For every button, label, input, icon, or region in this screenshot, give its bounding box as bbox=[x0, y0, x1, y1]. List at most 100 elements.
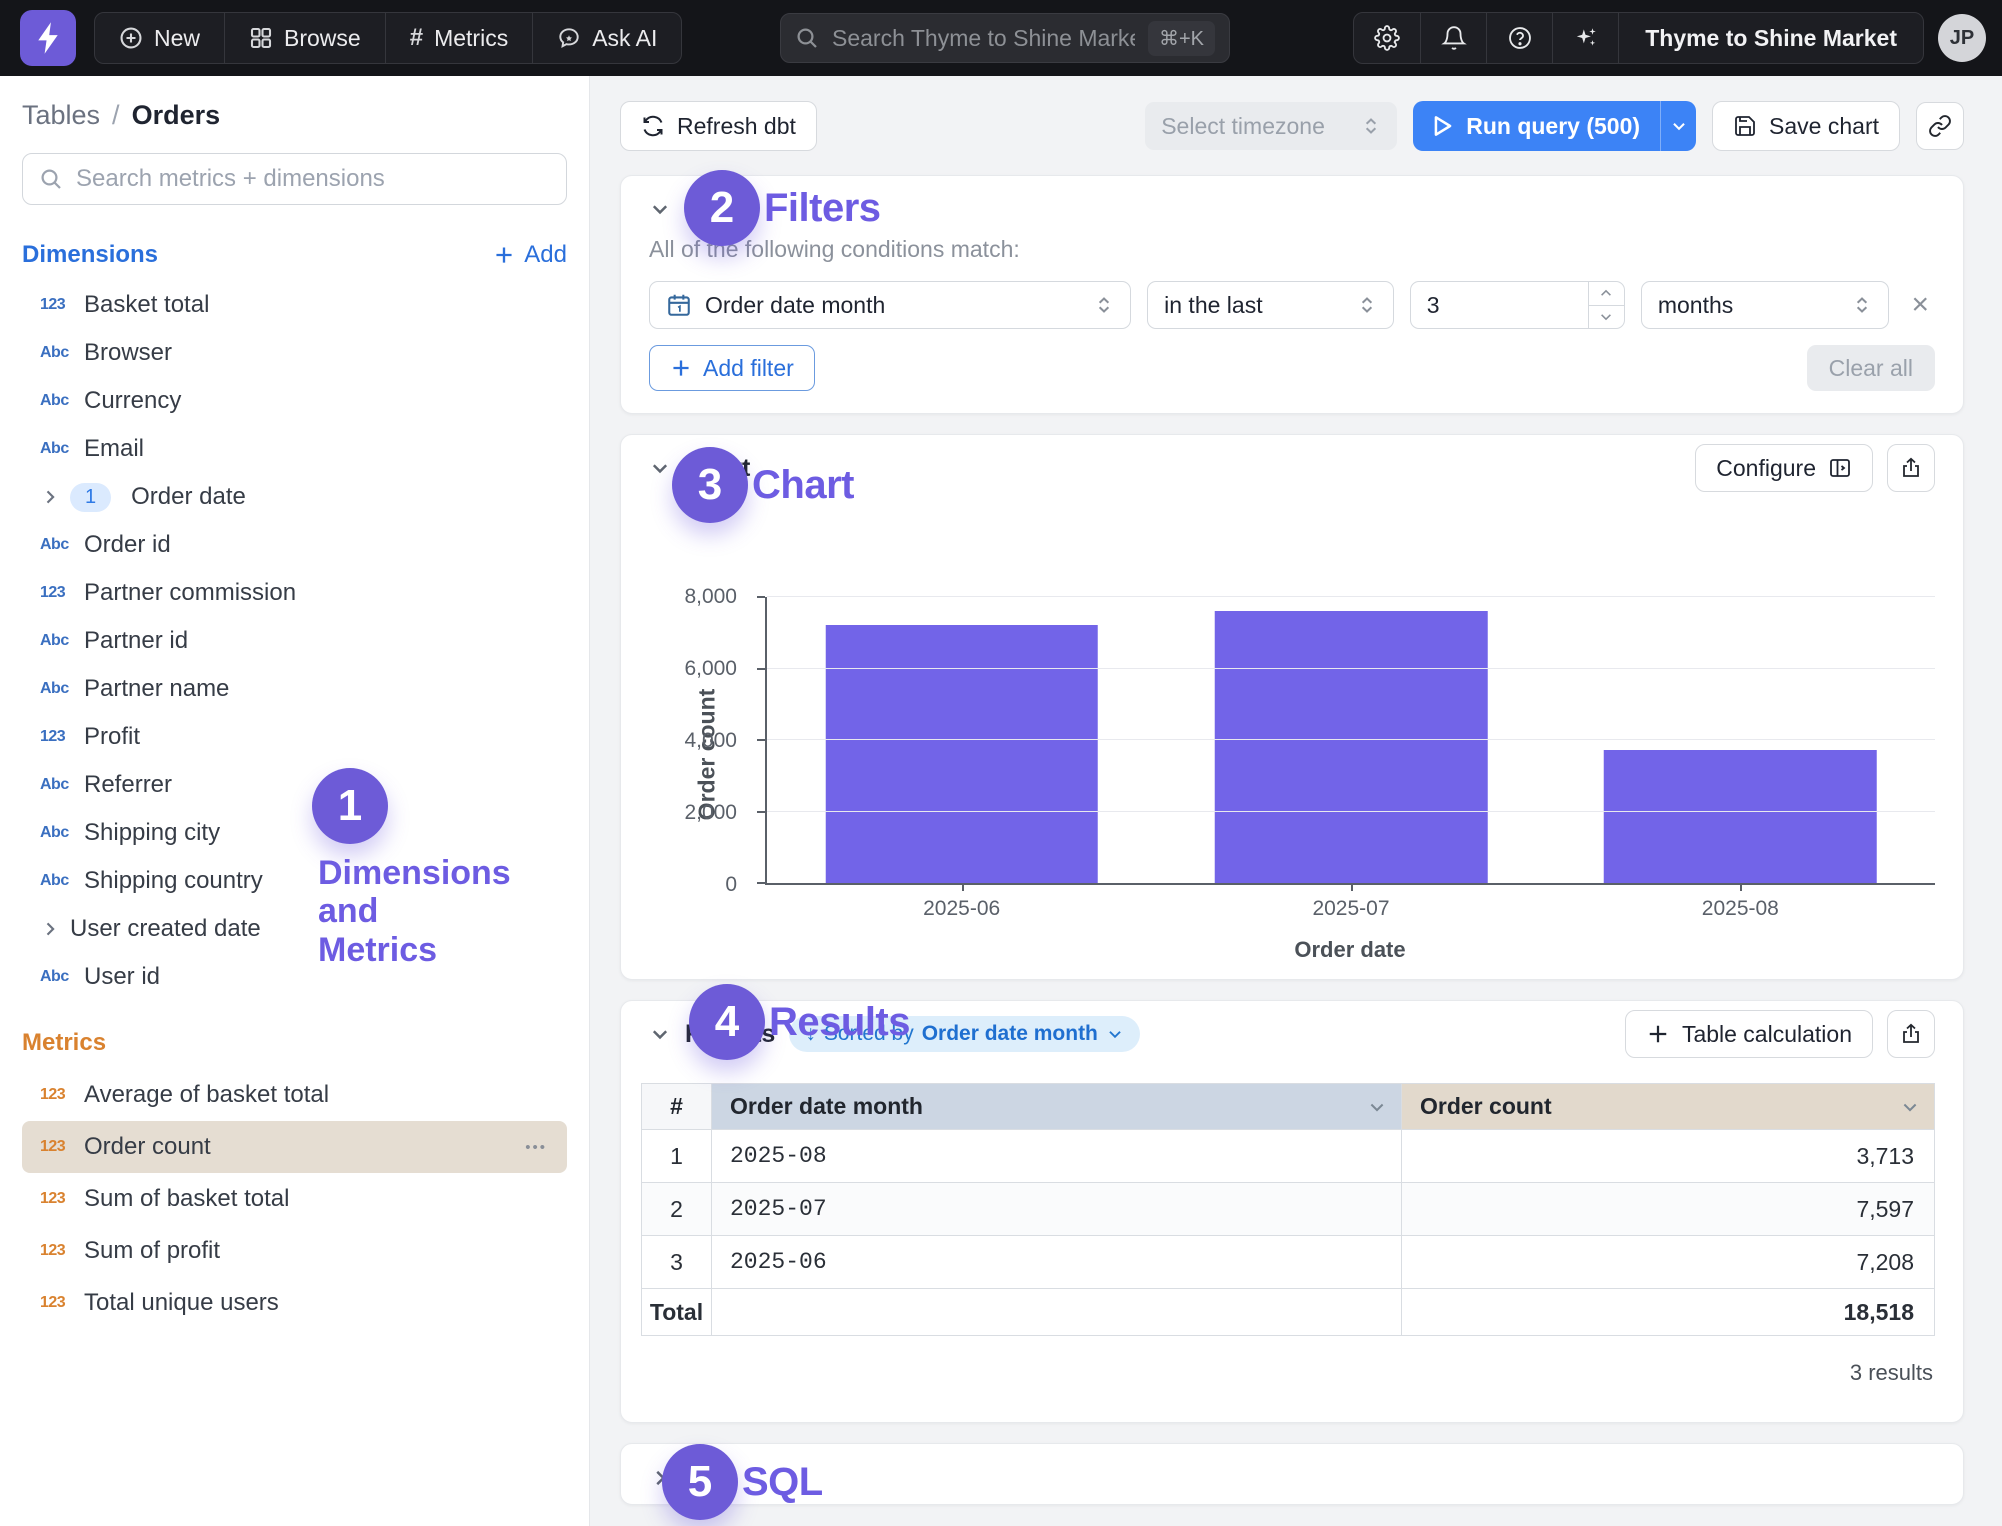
results-collapse-chevron[interactable] bbox=[649, 1023, 671, 1045]
sidebar-item-sum-of-basket-total[interactable]: 123Sum of basket total bbox=[22, 1173, 567, 1225]
filter-unit-select[interactable]: months bbox=[1641, 281, 1890, 329]
sql-expand-chevron[interactable] bbox=[649, 1467, 671, 1489]
chevron-down-icon bbox=[1106, 1025, 1124, 1043]
more-options-icon[interactable]: ••• bbox=[525, 1139, 559, 1156]
save-icon bbox=[1733, 114, 1757, 138]
sidebar-item-order-id[interactable]: AbcOrder id bbox=[22, 521, 567, 569]
chevron-right-icon[interactable] bbox=[40, 487, 70, 507]
add-filter-button[interactable]: Add filter bbox=[649, 345, 815, 391]
org-switcher[interactable]: Thyme to Shine Market bbox=[1618, 13, 1923, 63]
remove-filter-button[interactable]: × bbox=[1905, 290, 1935, 320]
sidebar-item-shipping-city[interactable]: AbcShipping city bbox=[22, 809, 567, 857]
dimension-cell[interactable]: 2025-06 bbox=[712, 1236, 1402, 1289]
metric-cell[interactable]: 3,713 bbox=[1402, 1130, 1935, 1183]
sidebar-item-sum-of-profit[interactable]: 123Sum of profit bbox=[22, 1225, 567, 1277]
browse-button[interactable]: Browse bbox=[224, 13, 385, 63]
dimensions-header: Dimensions bbox=[22, 241, 158, 269]
global-search-input[interactable] bbox=[832, 25, 1135, 52]
bar-2025-08[interactable] bbox=[1604, 750, 1877, 883]
y-axis-tick bbox=[757, 596, 765, 598]
column-header-metric[interactable]: Order count bbox=[1402, 1084, 1935, 1130]
run-query-options-caret[interactable] bbox=[1660, 101, 1696, 151]
keyboard-shortcut-badge: ⌘+K bbox=[1148, 21, 1215, 56]
sidebar-item-order-date[interactable]: 1Order date bbox=[22, 473, 567, 521]
sidebar-item-profit[interactable]: 123Profit bbox=[22, 713, 567, 761]
global-search[interactable]: ⌘+K bbox=[780, 13, 1230, 63]
table-calculation-button[interactable]: Table calculation bbox=[1625, 1010, 1873, 1058]
dimension-cell[interactable]: 2025-08 bbox=[712, 1130, 1402, 1183]
sidebar-item-partner-name[interactable]: AbcPartner name bbox=[22, 665, 567, 713]
help-button[interactable] bbox=[1486, 13, 1552, 63]
sidebar-item-label: Order count bbox=[84, 1133, 211, 1161]
sidebar-item-user-id[interactable]: AbcUser id bbox=[22, 953, 567, 1001]
metrics-button[interactable]: # Metrics bbox=[385, 13, 532, 63]
fields-search-input[interactable] bbox=[76, 165, 550, 193]
filter-operator-select[interactable]: in the last bbox=[1147, 281, 1394, 329]
app-logo[interactable] bbox=[20, 10, 76, 66]
string-type-icon: Abc bbox=[40, 632, 84, 650]
refresh-dbt-button[interactable]: Refresh dbt bbox=[620, 101, 817, 151]
run-query-button[interactable]: Run query (500) bbox=[1413, 101, 1696, 151]
dimension-cell[interactable]: 2025-07 bbox=[712, 1183, 1402, 1236]
ai-sparkles-button[interactable] bbox=[1552, 13, 1618, 63]
sidebar-item-email[interactable]: AbcEmail bbox=[22, 425, 567, 473]
ask-ai-button[interactable]: Ask AI bbox=[532, 13, 681, 63]
sidebar-item-partner-id[interactable]: AbcPartner id bbox=[22, 617, 567, 665]
fields-search[interactable] bbox=[22, 153, 567, 205]
sidebar-item-basket-total[interactable]: 123Basket total bbox=[22, 281, 567, 329]
column-header-dimension[interactable]: Order date month bbox=[712, 1084, 1402, 1130]
share-link-button[interactable] bbox=[1916, 102, 1964, 150]
filter-field-select[interactable]: Order date month bbox=[649, 281, 1131, 329]
timezone-select[interactable]: Select timezone bbox=[1145, 102, 1397, 150]
stepper-up-button[interactable] bbox=[1589, 282, 1624, 305]
breadcrumb-tables[interactable]: Tables bbox=[22, 100, 100, 131]
save-chart-button[interactable]: Save chart bbox=[1712, 101, 1900, 151]
number-type-icon: 123 bbox=[40, 1294, 84, 1312]
metric-cell[interactable]: 7,597 bbox=[1402, 1183, 1935, 1236]
clear-all-button[interactable]: Clear all bbox=[1807, 345, 1935, 391]
explore-toolbar: Refresh dbt Select timezone Run query (5… bbox=[620, 101, 1964, 151]
sidebar-item-label: Total unique users bbox=[84, 1289, 279, 1317]
sidebar-item-total-unique-users[interactable]: 123Total unique users bbox=[22, 1277, 567, 1329]
results-section-title: Results bbox=[685, 1020, 775, 1049]
filter-value-input[interactable]: 3 bbox=[1410, 281, 1625, 329]
metric-cell[interactable]: 7,208 bbox=[1402, 1236, 1935, 1289]
metrics-header: Metrics bbox=[22, 1029, 567, 1057]
bar-2025-06[interactable] bbox=[825, 625, 1098, 883]
table-row[interactable]: 22025-077,597 bbox=[642, 1183, 1935, 1236]
chevron-right-icon[interactable] bbox=[40, 919, 70, 939]
export-results-button[interactable] bbox=[1887, 1010, 1935, 1058]
chevron-down-icon[interactable] bbox=[1367, 1097, 1387, 1117]
sidebar-item-currency[interactable]: AbcCurrency bbox=[22, 377, 567, 425]
filter-unit-value: months bbox=[1658, 292, 1733, 319]
sidebar-item-partner-commission[interactable]: 123Partner commission bbox=[22, 569, 567, 617]
chevron-down-icon[interactable] bbox=[1900, 1097, 1920, 1117]
settings-button[interactable] bbox=[1354, 13, 1420, 63]
user-avatar[interactable]: JP bbox=[1938, 14, 1986, 62]
sorted-by-pill[interactable]: ↓ Sorted by Order date month bbox=[789, 1016, 1140, 1052]
filters-collapse-chevron[interactable] bbox=[649, 198, 671, 220]
sidebar-item-label: Referrer bbox=[84, 771, 172, 799]
sidebar-item-browser[interactable]: AbcBrowser bbox=[22, 329, 567, 377]
configure-button[interactable]: Configure bbox=[1695, 444, 1873, 492]
stepper-down-button[interactable] bbox=[1589, 305, 1624, 329]
export-chart-button[interactable] bbox=[1887, 444, 1935, 492]
sidebar-item-user-created-date[interactable]: User created date bbox=[22, 905, 567, 953]
bar-2025-07[interactable] bbox=[1215, 611, 1488, 883]
sidebar-item-shipping-country[interactable]: AbcShipping country bbox=[22, 857, 567, 905]
notifications-button[interactable] bbox=[1420, 13, 1486, 63]
table-row[interactable]: 32025-067,208 bbox=[642, 1236, 1935, 1289]
string-type-icon: Abc bbox=[40, 344, 84, 362]
chart-collapse-chevron[interactable] bbox=[649, 457, 671, 479]
clear-all-label: Clear all bbox=[1829, 355, 1913, 382]
string-type-icon: Abc bbox=[40, 968, 84, 986]
table-row[interactable]: 12025-083,713 bbox=[642, 1130, 1935, 1183]
sidebar-item-average-of-basket-total[interactable]: 123Average of basket total bbox=[22, 1069, 567, 1121]
add-dimension-button[interactable]: Add bbox=[493, 241, 567, 269]
sidebar-item-referrer[interactable]: AbcReferrer bbox=[22, 761, 567, 809]
top-navbar: New Browse # Metrics Ask AI ⌘+K bbox=[0, 0, 2002, 76]
sparkles-icon bbox=[1573, 25, 1599, 51]
new-button[interactable]: New bbox=[95, 13, 224, 63]
sidebar-item-order-count[interactable]: 123Order count••• bbox=[22, 1121, 567, 1173]
add-label: Add bbox=[524, 241, 567, 269]
